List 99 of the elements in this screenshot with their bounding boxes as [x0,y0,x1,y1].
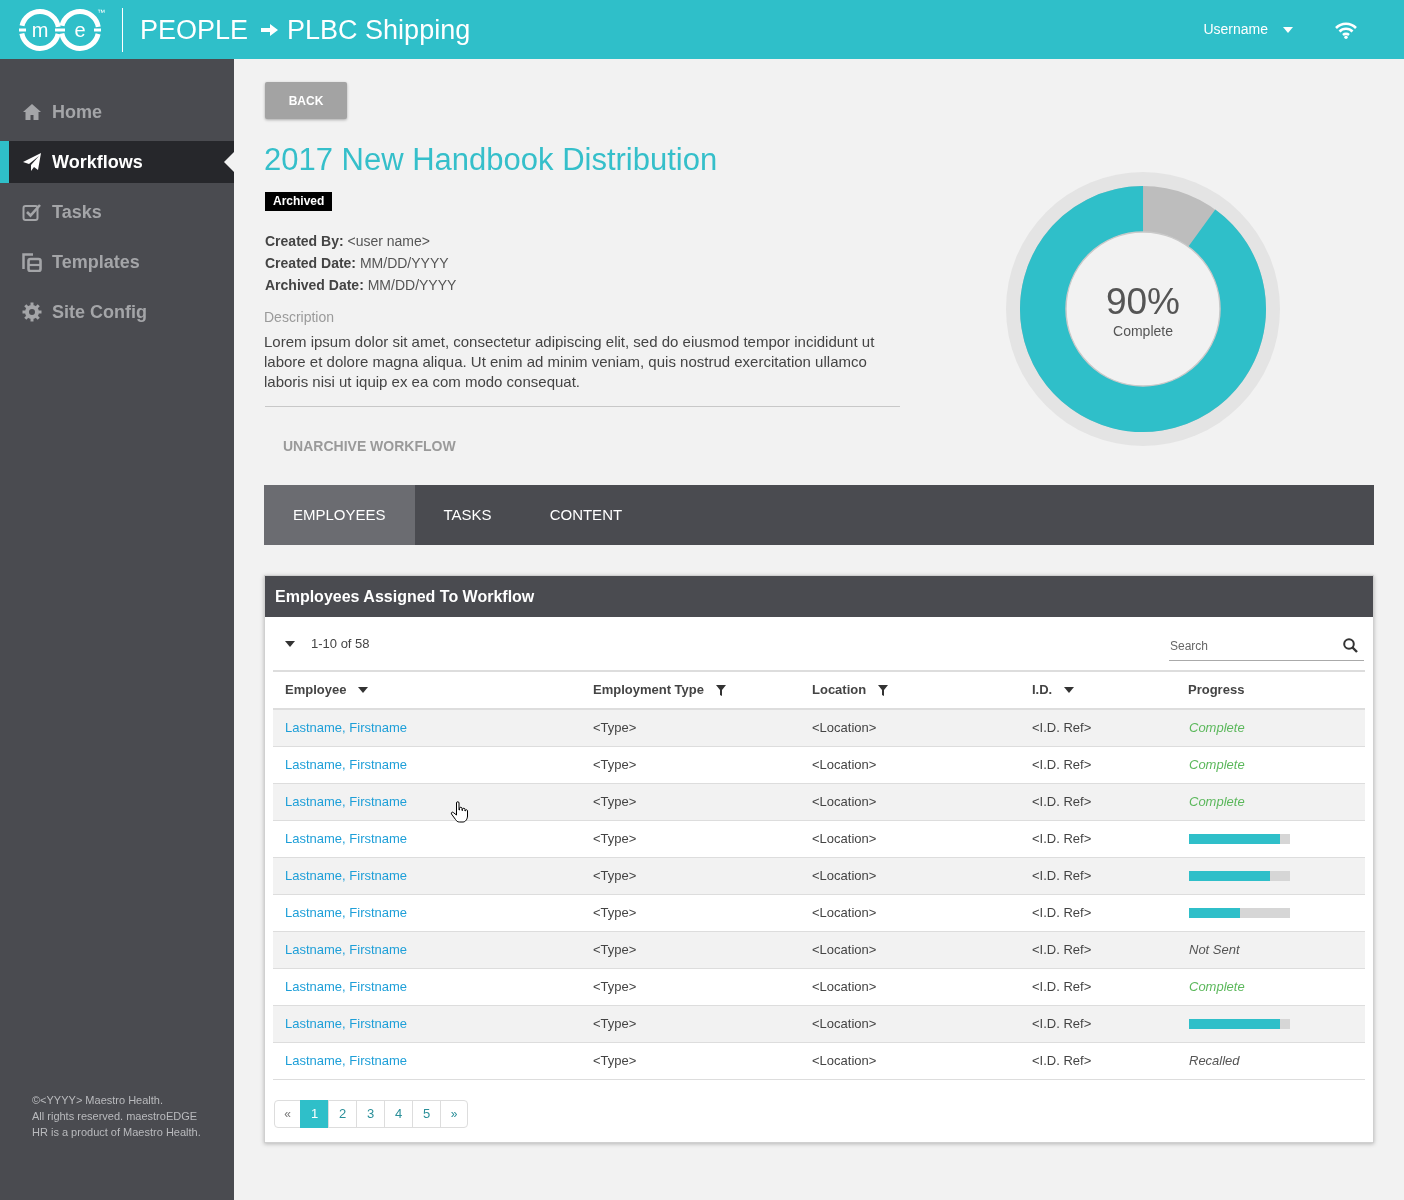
tab[interactable]: TASKS [414,485,521,545]
column-header: Progress [1188,681,1245,700]
employee-link[interactable]: Lastname, Firstname [285,1014,408,1034]
employee-link[interactable]: Lastname, Firstname [285,977,408,997]
employee-link[interactable]: Lastname, Firstname [285,755,408,775]
description-text: Lorem ipsum dolor sit amet, consectetur adipiscing elit, sed do eiusmod tempor incididunt ut labore et dolore magna aliqua. Ut enim ad minim veniam, quis nostrud exercitation ullamco laboris nisi ut iquip ex ea com modo consequat. [264,332,876,392]
search-icon[interactable] [1343,638,1358,653]
panel-title: Employees Assigned To Workflow [275,586,535,607]
column-header: I.D. [1032,681,1053,700]
home-icon [22,102,42,122]
workflow-title: 2017 New Handbook Distribution [264,141,718,179]
detail-line: Archived Date: MM/DD/YYYY [265,276,457,295]
filter-icon[interactable] [716,684,726,696]
employee-link[interactable]: Lastname, Firstname [285,718,408,738]
page-button[interactable]: 3 [356,1100,385,1128]
sidebar-item[interactable]: Templates [0,241,234,283]
table-cell-text: <I.D. Ref> [1031,1052,1093,1071]
caret-icon [1283,26,1293,33]
table-cell-text: <Location> [811,1052,878,1071]
table-cell-text: <I.D. Ref> [1031,756,1093,775]
column-header: Location [812,681,867,700]
employee-link[interactable]: Lastname, Firstname [285,903,408,923]
status-text: Complete [1189,756,1245,775]
wifi-icon [1334,20,1358,39]
table-cell-text: <Type> [592,1052,638,1071]
table-cell-text: <Type> [592,830,638,849]
table-cell-text: <Type> [592,978,638,997]
column-header: Employment Type [593,681,704,700]
table-cell-text: <Location> [811,756,878,775]
next-page-button[interactable]: » [440,1100,468,1128]
status-badge: Archived [265,192,333,211]
table-cell-text: <Location> [811,793,878,812]
table-cell-text: <Type> [592,719,638,738]
table-cell-text: <Type> [592,756,638,775]
sidebar-item[interactable]: Site Config [0,291,234,333]
user-menu[interactable]: Username [1203,14,1293,45]
table-cell-text: <I.D. Ref> [1031,1015,1093,1034]
table-cell-text: <Location> [811,719,878,738]
sidebar-item[interactable]: Workflows [0,141,234,183]
app-name: PEOPLE [140,13,249,47]
status-text: Complete [1189,793,1245,812]
sidebar-item[interactable]: Home [0,91,234,133]
status-text: Recalled [1189,1052,1240,1071]
page-button[interactable]: 4 [384,1100,413,1128]
copyright-text: ©<YYYY> Maestro Health. All rights reserved. maestroEDGE HR is a product of Maestro Health. [31,1093,202,1140]
employee-link[interactable]: Lastname, Firstname [285,829,408,849]
status-text: Complete [1189,719,1245,738]
table-cell-text: <I.D. Ref> [1031,867,1093,886]
filter-icon[interactable] [878,684,889,696]
table-cell-text: <Location> [811,867,878,886]
unarchive-button[interactable]: UNARCHIVE WORKFLOW [264,427,475,465]
employee-link[interactable]: Lastname, Firstname [285,1051,408,1071]
table-cell-text: <Location> [811,904,878,923]
detail-line: Created By: <user name> [265,232,431,251]
table-cell-text: <Type> [592,793,638,812]
status-text: Not Sent [1189,941,1240,960]
caret-icon[interactable] [358,687,369,693]
caret-icon[interactable] [285,640,295,647]
copy-icon [22,252,42,272]
checkbox-icon [22,202,42,222]
table-cell-text: <I.D. Ref> [1031,941,1093,960]
page-heading: PLBC Shipping [287,13,471,47]
gear-icon [22,302,42,322]
table-cell-text: <Location> [811,978,878,997]
employee-link[interactable]: Lastname, Firstname [285,792,408,812]
arrow-icon [261,23,279,36]
table-cell-text: <Location> [811,830,878,849]
table-cell-text: <Type> [592,1015,638,1034]
logo: m e ™ [19,6,105,53]
column-header: Employee [285,681,347,700]
table-cell-text: <I.D. Ref> [1031,793,1093,812]
page-button[interactable]: 1 [300,1100,329,1128]
page-button[interactable]: 2 [328,1100,357,1128]
table-cell-text: <Type> [592,867,638,886]
description-label: Description [264,308,335,327]
table-cell-text: <I.D. Ref> [1031,978,1093,997]
table-cell-text: <I.D. Ref> [1031,830,1093,849]
table-cell-text: <I.D. Ref> [1031,719,1093,738]
table-cell-text: <Location> [811,1015,878,1034]
employee-link[interactable]: Lastname, Firstname [285,940,408,960]
sidebar-item[interactable]: Tasks [0,191,234,233]
table-cell-text: <Location> [811,941,878,960]
caret-icon[interactable] [1064,687,1075,693]
tab[interactable]: CONTENT [520,485,652,545]
paper-plane-icon [22,152,42,172]
percent-value: 90% [1105,283,1181,321]
notch-icon [224,152,234,172]
tab[interactable]: EMPLOYEES [264,485,415,545]
table-cell-text: <Type> [592,904,638,923]
status-text: Complete [1189,978,1245,997]
table-cell-text: <I.D. Ref> [1031,904,1093,923]
page-range-text: 1-10 of 58 [311,634,370,653]
back-button[interactable]: BACK [265,82,347,119]
percent-caption: Complete [1113,322,1173,341]
detail-line: Created Date: MM/DD/YYYY [265,254,450,273]
table-cell-text: <Type> [592,941,638,960]
employee-link[interactable]: Lastname, Firstname [285,866,408,886]
search-field[interactable]: Search [1169,631,1364,661]
page-button[interactable]: 5 [412,1100,441,1128]
